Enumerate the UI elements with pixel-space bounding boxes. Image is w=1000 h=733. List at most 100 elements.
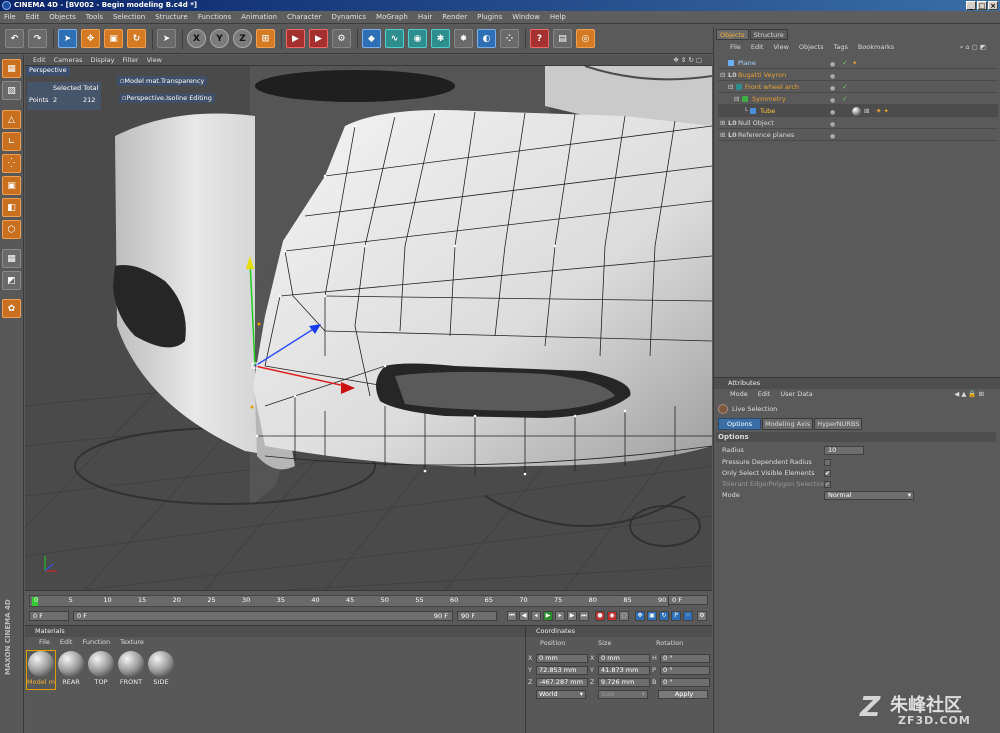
vp-menu-cameras[interactable]: Cameras <box>54 56 83 64</box>
next-key-button[interactable]: ▶ <box>567 611 577 621</box>
attr-menu-user-data[interactable]: User Data <box>780 390 812 400</box>
material-side[interactable]: SIDE <box>147 651 175 689</box>
tolerant-selection-checkbox[interactable]: ✔ <box>824 481 831 488</box>
array-icon[interactable]: ✱ <box>431 29 450 48</box>
object-row-bugatti-veyron[interactable]: ⊟ L0 Bugatti Veyron ● <box>718 69 998 81</box>
radius-field[interactable]: 10 <box>824 446 864 455</box>
mat-menu-function[interactable]: Function <box>82 638 110 648</box>
render-region-icon[interactable]: ◎ <box>576 29 595 48</box>
rotation-b-field[interactable]: 0 ° <box>660 678 710 687</box>
obj-menu-view[interactable]: View <box>773 42 788 53</box>
goto-end-button[interactable]: ⏭ <box>579 611 589 621</box>
phong-tag-icon[interactable]: ⊠ <box>864 105 869 117</box>
object-row-reference-planes[interactable]: ⊞ L0 Reference planes ● <box>718 129 998 141</box>
frame-range-slider[interactable]: 0 F 90 F <box>73 611 453 621</box>
menu-edit[interactable]: Edit <box>26 13 40 21</box>
prev-frame-button[interactable]: ◂ <box>531 611 541 621</box>
mat-menu-file[interactable]: File <box>39 638 50 648</box>
attr-nav-icons[interactable]: ◀ ▲ 🔒 ⊞ <box>954 390 984 398</box>
rotation-p-field[interactable]: 0 ° <box>660 666 710 675</box>
size-mode-dropdown[interactable]: Size ▾ <box>598 690 648 699</box>
object-row-plane[interactable]: Plane ● ✓ ✦ <box>718 57 998 69</box>
play-button[interactable]: ▶ <box>543 611 553 621</box>
timeline-settings-button[interactable]: ⚙ <box>697 611 707 621</box>
menu-tools[interactable]: Tools <box>86 13 103 21</box>
recent-tools-icon[interactable]: ➤ <box>157 29 176 48</box>
move-icon[interactable]: ✥ <box>81 29 100 48</box>
vp-menu-edit[interactable]: Edit <box>33 56 46 64</box>
rotation-key-button[interactable]: ↻ <box>659 611 669 621</box>
position-x-field[interactable]: 0 mm <box>536 654 588 663</box>
object-row-tube[interactable]: └ Tube ● ⊠ ✷ ✦ <box>718 105 998 117</box>
menu-animation[interactable]: Animation <box>241 13 277 21</box>
attr-menu-mode[interactable]: Mode <box>730 390 748 400</box>
apply-button[interactable]: Apply <box>658 690 708 699</box>
menu-plugins[interactable]: Plugins <box>477 13 502 21</box>
render-view-icon[interactable]: ▶ <box>286 29 305 48</box>
material-front[interactable]: FRONT <box>117 651 145 689</box>
render-settings-icon[interactable]: ⚙ <box>332 29 351 48</box>
workplane-icon[interactable]: ◩ <box>2 271 21 290</box>
material-model[interactable]: Model m <box>26 650 56 690</box>
parameter-key-button[interactable]: P <box>671 611 681 621</box>
tab-hypernurbs[interactable]: HyperNURBS <box>814 418 863 430</box>
keyframe-selection-button[interactable]: ◌ <box>619 611 629 621</box>
menu-hair[interactable]: Hair <box>418 13 432 21</box>
menu-selection[interactable]: Selection <box>113 13 145 21</box>
layout-icon[interactable]: ▤ <box>553 29 572 48</box>
rotate-icon[interactable]: ↻ <box>127 29 146 48</box>
object-row-null-object[interactable]: ⊞ L0 Null Object ● <box>718 117 998 129</box>
uvw-tag-icon[interactable]: ✷ ✦ <box>876 105 889 117</box>
camera-icon[interactable]: ⁘ <box>500 29 519 48</box>
current-frame-field[interactable]: 0 F <box>668 595 708 605</box>
position-key-button[interactable]: ✥ <box>635 611 645 621</box>
prev-key-button[interactable]: ◀ <box>519 611 529 621</box>
obj-menu-tags[interactable]: Tags <box>833 42 847 53</box>
minimize-button[interactable]: _ <box>966 1 976 10</box>
pressure-radius-checkbox[interactable] <box>824 459 831 466</box>
menu-objects[interactable]: Objects <box>49 13 75 21</box>
deformer-icon[interactable]: ✸ <box>454 29 473 48</box>
polygons-tool-icon[interactable]: ◧ <box>2 198 21 217</box>
start-frame-field[interactable]: 0 F <box>29 611 69 621</box>
use-axis-tool-icon[interactable]: ∟ <box>2 132 21 151</box>
use-texture-tool-icon[interactable]: △ <box>2 110 21 129</box>
scale-icon[interactable]: ▣ <box>104 29 123 48</box>
size-x-field[interactable]: 0 mm <box>598 654 650 663</box>
obj-menu-edit[interactable]: Edit <box>751 42 764 53</box>
material-rear[interactable]: REAR <box>57 651 85 689</box>
search-icon[interactable]: ⌕ ⌂ ▢ ◩ <box>960 42 986 53</box>
edges-tool-icon[interactable]: ▣ <box>2 176 21 195</box>
tab-objects[interactable]: Objects <box>716 29 749 40</box>
menu-render[interactable]: Render <box>442 13 467 21</box>
mat-menu-texture[interactable]: Texture <box>120 638 144 648</box>
render-picture-viewer-icon[interactable]: ▶ <box>309 29 328 48</box>
points-tool-icon[interactable]: ⁛ <box>2 154 21 173</box>
menu-window[interactable]: Window <box>512 13 540 21</box>
coordinate-system-icon[interactable]: ⊞ <box>256 29 275 48</box>
x-axis-lock-button[interactable]: X <box>187 29 206 48</box>
menu-mograph[interactable]: MoGraph <box>376 13 408 21</box>
obj-menu-file[interactable]: File <box>730 42 741 53</box>
mat-menu-edit[interactable]: Edit <box>60 638 73 648</box>
vp-menu-display[interactable]: Display <box>91 56 115 64</box>
object-row-symmetry[interactable]: ⊟ Symmetry ● ✓ <box>718 93 998 105</box>
timeline-ruler[interactable]: 0 5 10 15 20 25 30 35 40 45 50 55 60 65 70 75 80 85 90 <box>29 595 669 607</box>
only-visible-checkbox[interactable]: ✔ <box>824 470 831 477</box>
next-frame-button[interactable]: ▸ <box>555 611 565 621</box>
rotation-h-field[interactable]: 0 ° <box>660 654 710 663</box>
viewport-perspective[interactable]: Perspective Selected Total Points 2 212 … <box>25 66 712 590</box>
mode-dropdown[interactable]: Normal ▾ <box>824 491 914 500</box>
material-tag-icon[interactable] <box>852 107 861 116</box>
coordinate-space-dropdown[interactable]: World ▾ <box>536 690 586 699</box>
tweak-tool-icon[interactable]: ⬡ <box>2 220 21 239</box>
undo-icon[interactable]: ↶ <box>5 29 24 48</box>
size-z-field[interactable]: 9.726 mm <box>598 678 650 687</box>
menu-help[interactable]: Help <box>550 13 566 21</box>
use-model-tool-icon[interactable]: ▦ <box>2 59 21 78</box>
object-row-front-wheel-arch[interactable]: ⊟ Front wheel arch ● ✓ <box>718 81 998 93</box>
menu-file[interactable]: File <box>4 13 16 21</box>
menu-functions[interactable]: Functions <box>198 13 231 21</box>
tab-options[interactable]: Options <box>718 418 762 430</box>
redo-icon[interactable]: ↷ <box>28 29 47 48</box>
